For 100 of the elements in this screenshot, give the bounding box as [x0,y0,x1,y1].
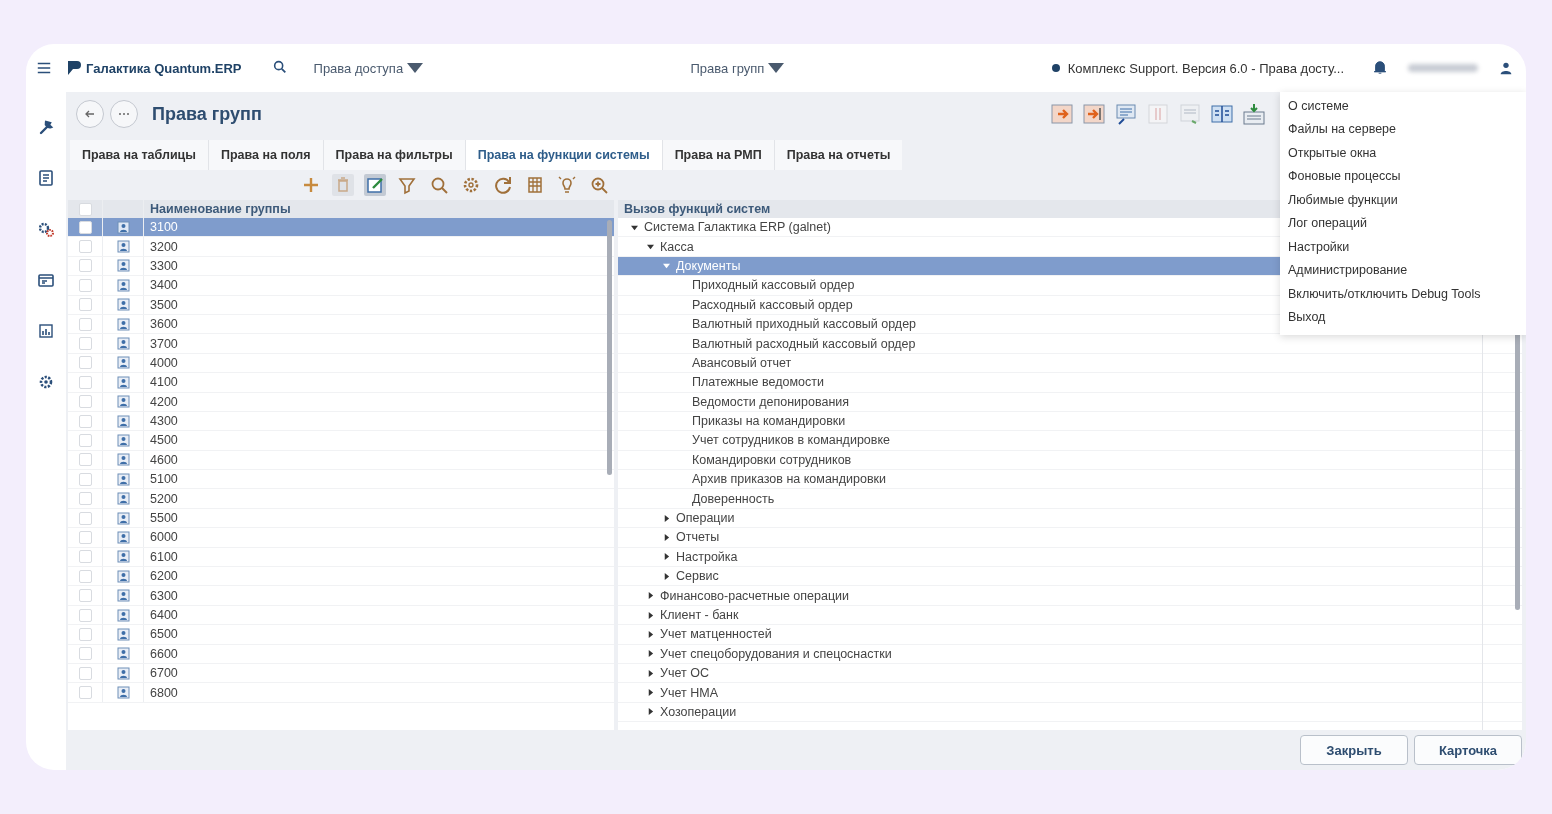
menu-item[interactable]: Файлы на сервере [1280,117,1526,141]
table-row[interactable]: 6800 [68,683,614,703]
window-icon[interactable] [37,271,55,289]
table-row[interactable]: 4500 [68,431,614,451]
scrollbar[interactable] [607,220,612,475]
expand-arrow-icon[interactable] [662,553,670,561]
tree-row[interactable]: Финансово-расчетные операции [618,586,1522,606]
table-row[interactable]: 5200 [68,489,614,509]
search-icon[interactable] [271,58,288,75]
menu-item[interactable]: О системе [1280,94,1526,118]
row-checkbox[interactable] [78,278,92,292]
row-checkbox[interactable] [78,589,92,603]
tree-row[interactable]: Учет НМА [618,683,1522,703]
tree-row[interactable]: Ведомости депонирования [618,392,1522,412]
table-row[interactable]: 3400 [68,276,614,296]
expand-arrow-icon[interactable] [646,630,654,638]
gear-icon[interactable] [37,373,55,391]
compare-icon[interactable] [1210,102,1234,126]
table-row[interactable]: 5100 [68,470,614,490]
table-row[interactable]: 3200 [68,237,614,257]
chart-icon[interactable] [37,322,55,340]
download-icon[interactable] [1242,102,1266,126]
row-checkbox[interactable] [78,647,92,661]
table-row[interactable]: 6400 [68,605,614,626]
tab[interactable]: Права на отчеты [774,140,903,170]
back-button[interactable] [76,100,104,128]
module-dropdown[interactable]: Права доступа [313,60,424,76]
tree-row[interactable]: Сервис [618,567,1522,587]
row-checkbox[interactable] [78,453,92,467]
collapse-arrow-icon[interactable] [646,243,654,251]
window-dropdown[interactable]: Права групп [690,60,785,76]
expand-arrow-icon[interactable] [646,650,654,658]
row-checkbox[interactable] [78,337,92,351]
row-checkbox[interactable] [78,569,92,583]
table-row[interactable]: 6000 [68,528,614,548]
row-checkbox[interactable] [78,317,92,331]
row-checkbox[interactable] [78,472,92,486]
table-row[interactable]: 6600 [68,644,614,664]
list-icon[interactable] [1114,102,1138,126]
row-checkbox[interactable] [78,608,92,622]
refresh-icon[interactable] [492,174,514,196]
gears-icon[interactable] [37,220,55,238]
expand-arrow-icon[interactable] [662,514,670,522]
collapse-arrow-icon[interactable] [630,223,638,231]
row-checkbox[interactable] [78,240,92,254]
document-icon[interactable] [37,169,55,187]
row-checkbox[interactable] [78,375,92,389]
row-checkbox[interactable] [78,395,92,409]
table-row[interactable]: 6500 [68,625,614,645]
tree-row[interactable]: Доверенность [618,489,1522,509]
user-icon[interactable] [1498,60,1514,76]
expand-arrow-icon[interactable] [662,572,670,580]
import-icon[interactable] [1082,102,1106,126]
tree-row[interactable]: Клиент - банк [618,605,1522,626]
table-row[interactable]: 3700 [68,334,614,354]
row-checkbox[interactable] [78,492,92,506]
row-checkbox[interactable] [78,414,92,428]
menu-icon[interactable] [36,60,52,76]
delete-icon[interactable] [332,174,354,196]
expand-arrow-icon[interactable] [646,592,654,600]
row-checkbox[interactable] [78,627,92,641]
lightbulb-icon[interactable] [556,174,578,196]
table-row[interactable]: 3500 [68,295,614,315]
expand-arrow-icon[interactable] [646,669,654,677]
row-checkbox[interactable] [78,530,92,544]
row-checkbox[interactable] [78,220,92,234]
edit-icon[interactable] [364,174,386,196]
table-row[interactable]: 6200 [68,567,614,587]
table-row[interactable]: 6300 [68,586,614,606]
menu-item[interactable]: Любимые функции [1280,188,1526,212]
row-checkbox[interactable] [78,259,92,273]
menu-item[interactable]: Фоновые процессы [1280,164,1526,188]
row-checkbox[interactable] [78,511,92,525]
tab[interactable]: Права на функции системы [465,140,663,170]
row-checkbox[interactable] [78,686,92,700]
tree-row[interactable]: Платежные ведомости [618,373,1522,393]
tree-row[interactable]: Учет спецоборудования и спецоснастки [618,644,1522,664]
expand-arrow-icon[interactable] [646,689,654,697]
tree-row[interactable]: Отчеты [618,528,1522,548]
row-checkbox[interactable] [78,666,92,680]
export-icon[interactable] [1050,102,1074,126]
select-all-checkbox[interactable] [78,202,92,216]
wrench-icon[interactable] [37,118,55,136]
tree-row[interactable]: Хозоперации [618,702,1522,723]
bell-icon[interactable] [1372,58,1388,75]
close-button[interactable]: Закрыть [1300,735,1408,765]
tab[interactable]: Права на поля [208,140,324,170]
tree-row[interactable]: Учет матценностей [618,625,1522,645]
table-row[interactable]: 6100 [68,547,614,568]
tree-row[interactable]: Архив приказов на командировки [618,470,1522,490]
tab[interactable]: Права на РМП [662,140,775,170]
menu-item[interactable]: Открытые окна [1280,141,1526,165]
table-row[interactable]: 5500 [68,508,614,529]
tab[interactable]: Права на таблицы [70,140,209,170]
expand-arrow-icon[interactable] [662,533,670,541]
card-button[interactable]: Карточка [1414,735,1522,765]
tree-row[interactable]: Учет сотрудников в командировке [618,431,1522,451]
row-checkbox[interactable] [78,550,92,564]
tree-row[interactable]: Учет ОС [618,664,1522,684]
tab[interactable]: Права на фильтры [323,140,466,170]
